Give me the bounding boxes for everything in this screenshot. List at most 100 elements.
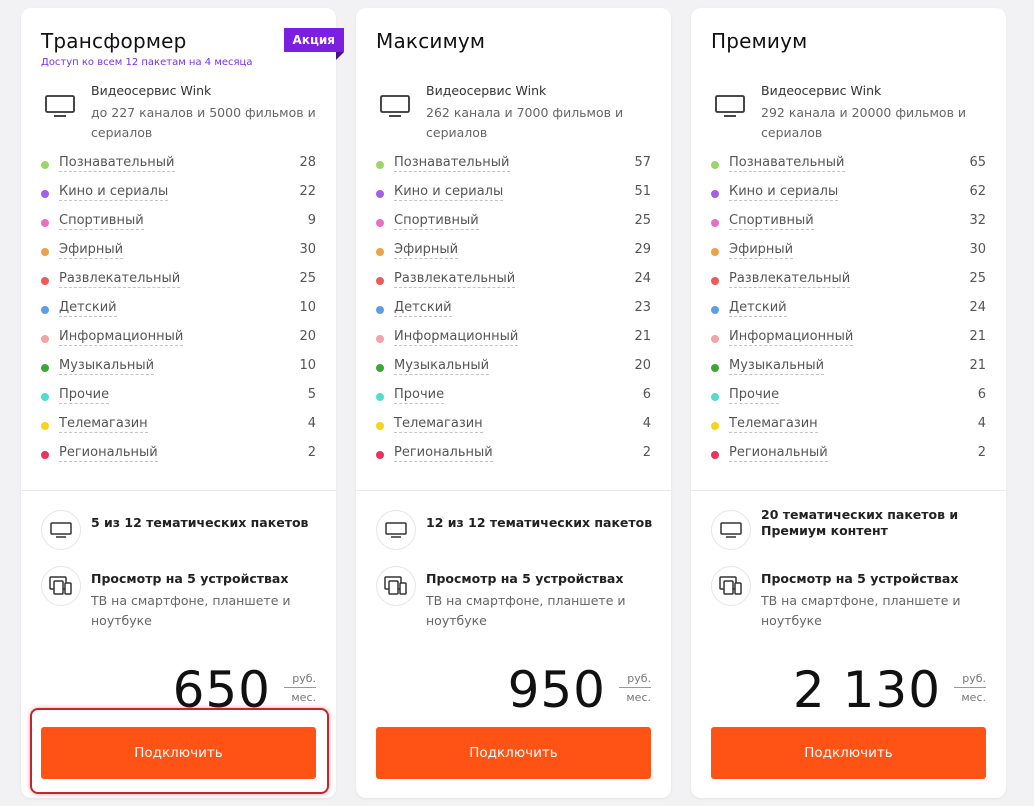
- genre-dot-icon: [376, 393, 384, 401]
- plan-card-premium: Премиум Видеосервис Wink 292 канала и 20…: [691, 8, 1006, 798]
- genre-dot-icon: [41, 277, 49, 285]
- plan-card-maximum: Максимум Видеосервис Wink 262 канала и 7…: [356, 8, 671, 798]
- genre-name-link[interactable]: Детский: [729, 300, 787, 317]
- genre-name-link[interactable]: Детский: [394, 300, 452, 317]
- genre-row: Спортивный 9: [41, 213, 316, 242]
- feature-title: 12 из 12 тематических пакетов: [426, 515, 653, 530]
- service-name: Видеосервис Wink: [91, 83, 212, 98]
- genre-count: 4: [642, 416, 651, 431]
- genre-name-link[interactable]: Прочие: [394, 387, 445, 404]
- genre-count: 62: [969, 184, 986, 199]
- genre-row: Музыкальный 21: [711, 358, 986, 387]
- plan-title: Трансформер: [41, 29, 187, 53]
- genre-row: Спортивный 25: [376, 213, 651, 242]
- feature-title: 5 из 12 тематических пакетов: [91, 515, 309, 530]
- genre-name-link[interactable]: Эфирный: [729, 242, 794, 259]
- genre-name-link[interactable]: Кино и сериалы: [59, 184, 169, 201]
- genre-row: Спортивный 32: [711, 213, 986, 242]
- genre-row: Познавательный 28: [41, 155, 316, 184]
- price-period: мес.: [961, 691, 986, 704]
- genre-name-link[interactable]: Телемагазин: [729, 416, 818, 433]
- genre-name-link[interactable]: Информационный: [394, 329, 519, 346]
- genre-name-link[interactable]: Развлекательный: [59, 271, 181, 288]
- genre-name-link[interactable]: Телемагазин: [59, 416, 148, 433]
- genre-dot-icon: [376, 190, 384, 198]
- genre-dot-icon: [41, 393, 49, 401]
- feature-title: 20 тематических пакетов и Премиум контен…: [761, 507, 959, 538]
- genre-dot-icon: [376, 248, 384, 256]
- genre-name-link[interactable]: Познавательный: [729, 155, 845, 172]
- genre-name-link[interactable]: Развлекательный: [729, 271, 851, 288]
- genre-name-link[interactable]: Детский: [59, 300, 117, 317]
- genre-count: 30: [969, 242, 986, 257]
- tv-icon: [41, 510, 81, 550]
- connect-button[interactable]: Подключить: [376, 727, 651, 779]
- tv-icon: [376, 510, 416, 550]
- genre-row: Региональный 2: [376, 445, 651, 474]
- genre-row: Прочие 6: [711, 387, 986, 416]
- genre-name-link[interactable]: Познавательный: [59, 155, 175, 172]
- genre-dot-icon: [41, 451, 49, 459]
- genre-count: 20: [634, 358, 651, 373]
- genre-row: Познавательный 57: [376, 155, 651, 184]
- genre-name-link[interactable]: Развлекательный: [394, 271, 516, 288]
- promo-badge: Акция: [283, 28, 345, 60]
- genre-row: Телемагазин 4: [376, 416, 651, 445]
- genre-name-link[interactable]: Региональный: [59, 445, 158, 462]
- genre-dot-icon: [376, 364, 384, 372]
- genre-dot-icon: [41, 161, 49, 169]
- genre-row: Прочие 6: [376, 387, 651, 416]
- genre-row: Телемагазин 4: [41, 416, 316, 445]
- genre-name-link[interactable]: Кино и сериалы: [394, 184, 504, 201]
- genre-row: Информационный 21: [711, 329, 986, 358]
- genre-name-link[interactable]: Информационный: [729, 329, 854, 346]
- genre-name-link[interactable]: Музыкальный: [729, 358, 825, 375]
- genre-list: Познавательный 28 Кино и сериалы 22 Спортивн…: [41, 155, 316, 474]
- divider: [21, 490, 336, 491]
- genre-count: 24: [634, 271, 651, 286]
- genre-count: 10: [299, 358, 316, 373]
- connect-button[interactable]: Подключить: [41, 727, 316, 779]
- genre-dot-icon: [41, 190, 49, 198]
- genre-name-link[interactable]: Познавательный: [394, 155, 510, 172]
- price-period: мес.: [291, 691, 316, 704]
- devices-icon: [711, 566, 751, 606]
- genre-name-link[interactable]: Эфирный: [394, 242, 459, 259]
- genre-row: Детский 24: [711, 300, 986, 329]
- genre-dot-icon: [711, 335, 719, 343]
- genre-name-link[interactable]: Региональный: [394, 445, 493, 462]
- devices-icon: [376, 566, 416, 606]
- feature-description: ТВ на смартфоне, планшете и ноутбуке: [426, 593, 626, 628]
- genre-row: Детский 10: [41, 300, 316, 329]
- genre-name-link[interactable]: Прочие: [729, 387, 780, 404]
- price-currency: руб.: [619, 672, 651, 688]
- plan-title: Максимум: [376, 29, 486, 53]
- devices-icon: [41, 566, 81, 606]
- genre-row: Развлекательный 25: [711, 271, 986, 300]
- genre-count: 32: [969, 213, 986, 228]
- genre-count: 2: [642, 445, 651, 460]
- genre-name-link[interactable]: Эфирный: [59, 242, 124, 259]
- genre-name-link[interactable]: Спортивный: [59, 213, 144, 230]
- genre-count: 21: [634, 329, 651, 344]
- genre-row: Развлекательный 25: [41, 271, 316, 300]
- genre-row: Эфирный 29: [376, 242, 651, 271]
- genre-count: 10: [299, 300, 316, 315]
- price-unit: руб. мес.: [619, 672, 651, 704]
- genre-row: Эфирный 30: [711, 242, 986, 271]
- genre-count: 25: [969, 271, 986, 286]
- genre-name-link[interactable]: Музыкальный: [59, 358, 155, 375]
- connect-button[interactable]: Подключить: [711, 727, 986, 779]
- genre-dot-icon: [711, 422, 719, 430]
- tv-icon: [711, 510, 751, 550]
- genre-name-link[interactable]: Прочие: [59, 387, 110, 404]
- plan-card-transformer: Трансформер Доступ ко всем 12 пакетам на…: [21, 8, 345, 798]
- genre-name-link[interactable]: Спортивный: [394, 213, 479, 230]
- genre-name-link[interactable]: Спортивный: [729, 213, 814, 230]
- genre-name-link[interactable]: Информационный: [59, 329, 184, 346]
- genre-row: Кино и сериалы 22: [41, 184, 316, 213]
- genre-name-link[interactable]: Телемагазин: [394, 416, 483, 433]
- genre-name-link[interactable]: Региональный: [729, 445, 828, 462]
- genre-name-link[interactable]: Музыкальный: [394, 358, 490, 375]
- genre-name-link[interactable]: Кино и сериалы: [729, 184, 839, 201]
